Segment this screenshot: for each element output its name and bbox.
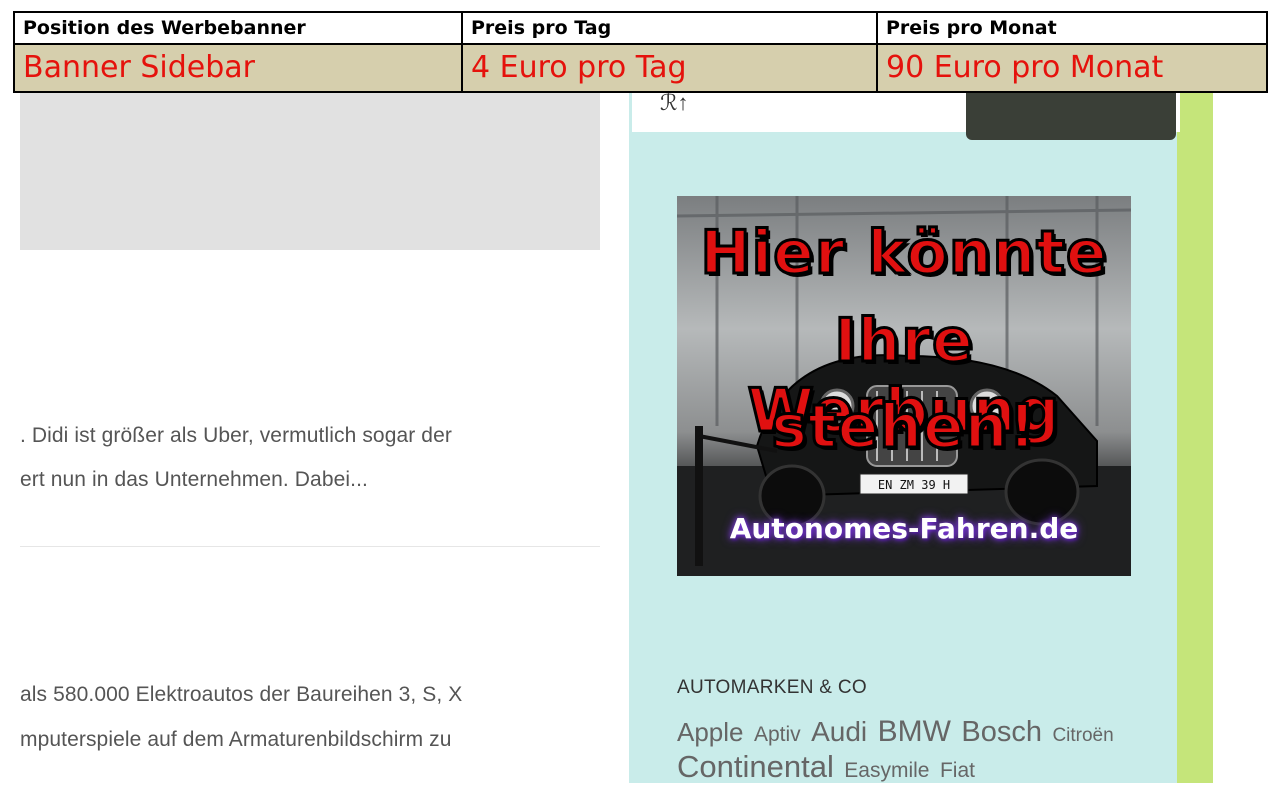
ad-domain-text: Autonomes-Fahren.de bbox=[729, 512, 1079, 545]
tag-link[interactable]: Aptiv bbox=[754, 723, 801, 746]
tag-link[interactable]: Audi bbox=[811, 716, 867, 747]
article-excerpt-line: als 580.000 Elektroautos der Baureihen 3… bbox=[20, 683, 463, 706]
header-price-day: Preis pro Tag bbox=[461, 11, 878, 45]
header-price-month: Preis pro Monat bbox=[876, 11, 1268, 45]
tag-link[interactable]: BMW bbox=[878, 715, 951, 748]
article-divider bbox=[20, 546, 600, 547]
tag-link[interactable]: Bosch bbox=[961, 716, 1042, 748]
tag-link[interactable]: Citroën bbox=[1052, 725, 1113, 746]
ad-banner[interactable]: EN ZM 39 H Hier könnte Ihre Werbung steh… bbox=[677, 196, 1131, 576]
page-edge-strip bbox=[1177, 90, 1213, 783]
tag-cloud-heading: AUTOMARKEN & CO bbox=[677, 677, 867, 698]
article-excerpt-line: mputerspiele auf dem Armaturenbildschirm… bbox=[20, 728, 452, 751]
ad-headline-line3: stehen! bbox=[770, 391, 1038, 464]
tag-cloud: Apple Aptiv Audi BMW Bosch Citroën Conti… bbox=[677, 715, 1157, 785]
article-excerpt-line: ert nun in das Unternehmen. Dabei... bbox=[20, 468, 368, 491]
tag-link[interactable]: Fiat bbox=[940, 759, 975, 782]
value-price-month: 90 Euro pro Monat bbox=[876, 43, 1268, 93]
license-plate-text: EN ZM 39 H bbox=[878, 478, 950, 492]
pricing-value-row: Banner Sidebar 4 Euro pro Tag 90 Euro pr… bbox=[13, 43, 1268, 93]
ad-headline-line1: Hier könnte bbox=[699, 217, 1108, 290]
pricing-header-row: Position des Werbebanner Preis pro Tag P… bbox=[13, 11, 1268, 45]
tag-link[interactable]: Continental bbox=[677, 749, 834, 784]
article-excerpt-line: . Didi ist größer als Uber, vermutlich s… bbox=[20, 424, 452, 447]
value-position: Banner Sidebar bbox=[13, 43, 463, 93]
value-price-day: 4 Euro pro Tag bbox=[461, 43, 878, 93]
tag-link[interactable]: Easymile bbox=[844, 759, 929, 782]
tag-link[interactable]: Apple bbox=[677, 717, 744, 747]
image-placeholder bbox=[20, 90, 600, 250]
pricing-table: Position des Werbebanner Preis pro Tag P… bbox=[13, 11, 1268, 93]
logo-fragment-icon: ℛ↑ bbox=[660, 90, 689, 115]
header-position: Position des Werbebanner bbox=[13, 11, 463, 45]
